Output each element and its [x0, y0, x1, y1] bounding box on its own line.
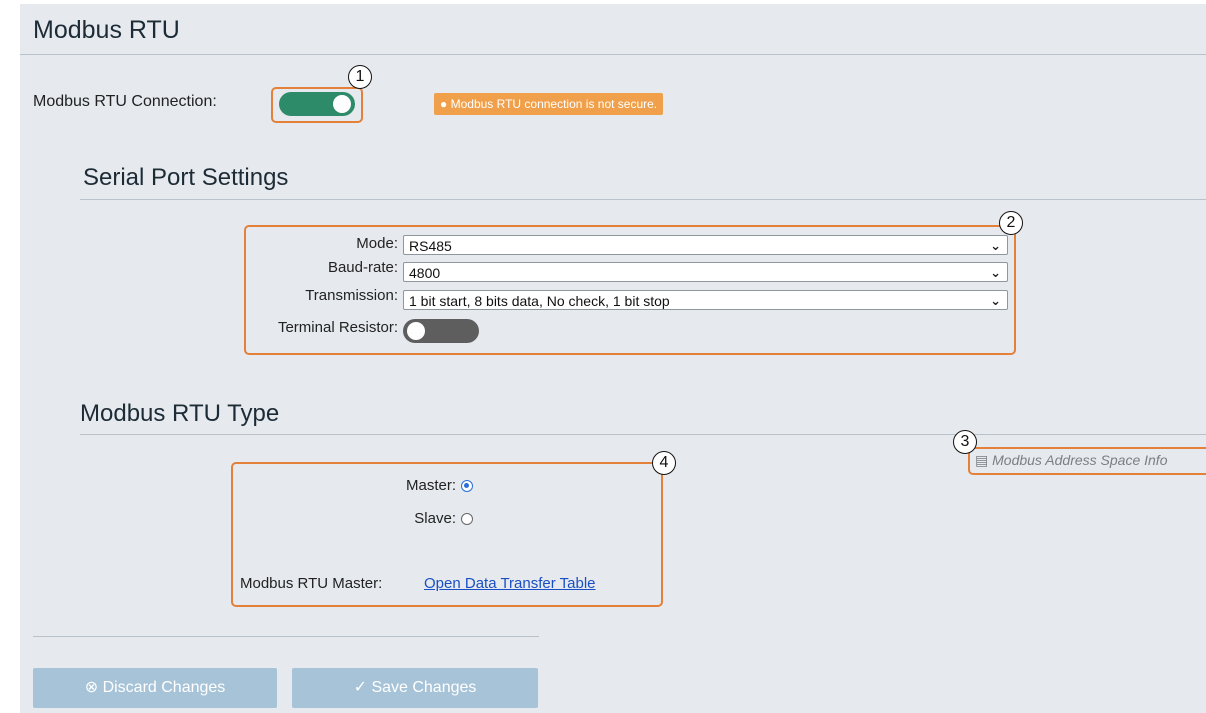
callout-number-2: 2	[999, 211, 1023, 235]
document-icon: ▤	[975, 452, 989, 468]
address-space-info-text: Modbus Address Space Info	[992, 452, 1168, 468]
warning-text: Modbus RTU connection is not secure.	[450, 97, 658, 111]
type-section-heading: Modbus RTU Type	[80, 400, 280, 427]
toggle-knob	[407, 322, 425, 340]
callout-number-1: 1	[348, 65, 372, 89]
save-changes-button[interactable]: ✓ Save Changes	[292, 668, 538, 708]
settings-panel: Modbus RTU Modbus RTU Connection: 1 ● Mo…	[20, 4, 1206, 713]
open-data-transfer-table-link[interactable]: Open Data Transfer Table	[424, 575, 596, 592]
check-circle-icon: ✓	[353, 679, 367, 696]
radio-dot	[464, 483, 469, 488]
master-label: Master:	[405, 477, 456, 494]
transmission-value: 1 bit start, 8 bits data, No check, 1 bi…	[409, 293, 670, 309]
transmission-select[interactable]: 1 bit start, 8 bits data, No check, 1 bi…	[403, 290, 1008, 310]
terminal-resistor-toggle[interactable]	[403, 319, 479, 343]
rtu-master-label: Modbus RTU Master:	[240, 575, 383, 592]
baud-value: 4800	[409, 265, 441, 281]
mode-select[interactable]: RS485 ⌄	[403, 235, 1008, 255]
save-label: Save Changes	[371, 679, 477, 696]
insecure-warning-badge: ● Modbus RTU connection is not secure.	[434, 93, 664, 115]
baud-select[interactable]: 4800 ⌄	[403, 262, 1008, 282]
slave-label: Slave:	[414, 510, 456, 527]
slave-radio[interactable]	[461, 513, 473, 525]
chevron-down-icon: ⌄	[990, 238, 1001, 253]
x-circle-icon: ⊗	[84, 679, 99, 696]
serial-section-heading: Serial Port Settings	[83, 164, 289, 191]
terminal-resistor-label: Terminal Resistor:	[277, 319, 398, 336]
title-divider	[20, 54, 1206, 55]
chevron-down-icon: ⌄	[990, 293, 1001, 308]
type-divider	[80, 434, 1206, 435]
mode-value: RS485	[409, 238, 452, 254]
discard-changes-button[interactable]: ⊗ Discard Changes	[33, 668, 277, 708]
transmission-label: Transmission:	[305, 287, 398, 304]
callout-number-4: 4	[652, 451, 676, 475]
discard-label: Discard Changes	[102, 679, 226, 696]
connection-label: Modbus RTU Connection:	[33, 93, 217, 110]
chevron-down-icon: ⌄	[990, 265, 1001, 280]
bottom-divider	[33, 636, 539, 637]
toggle-knob	[333, 95, 351, 113]
connection-toggle[interactable]	[279, 92, 355, 116]
page-title: Modbus RTU	[33, 16, 180, 44]
serial-divider	[80, 199, 1206, 200]
info-circle-icon: ●	[440, 97, 448, 111]
mode-label: Mode:	[356, 235, 398, 252]
callout-number-3: 3	[953, 430, 977, 454]
address-space-info-link[interactable]: ▤ Modbus Address Space Info	[975, 452, 1168, 469]
baud-label: Baud-rate:	[327, 259, 398, 276]
master-radio[interactable]	[461, 480, 473, 492]
